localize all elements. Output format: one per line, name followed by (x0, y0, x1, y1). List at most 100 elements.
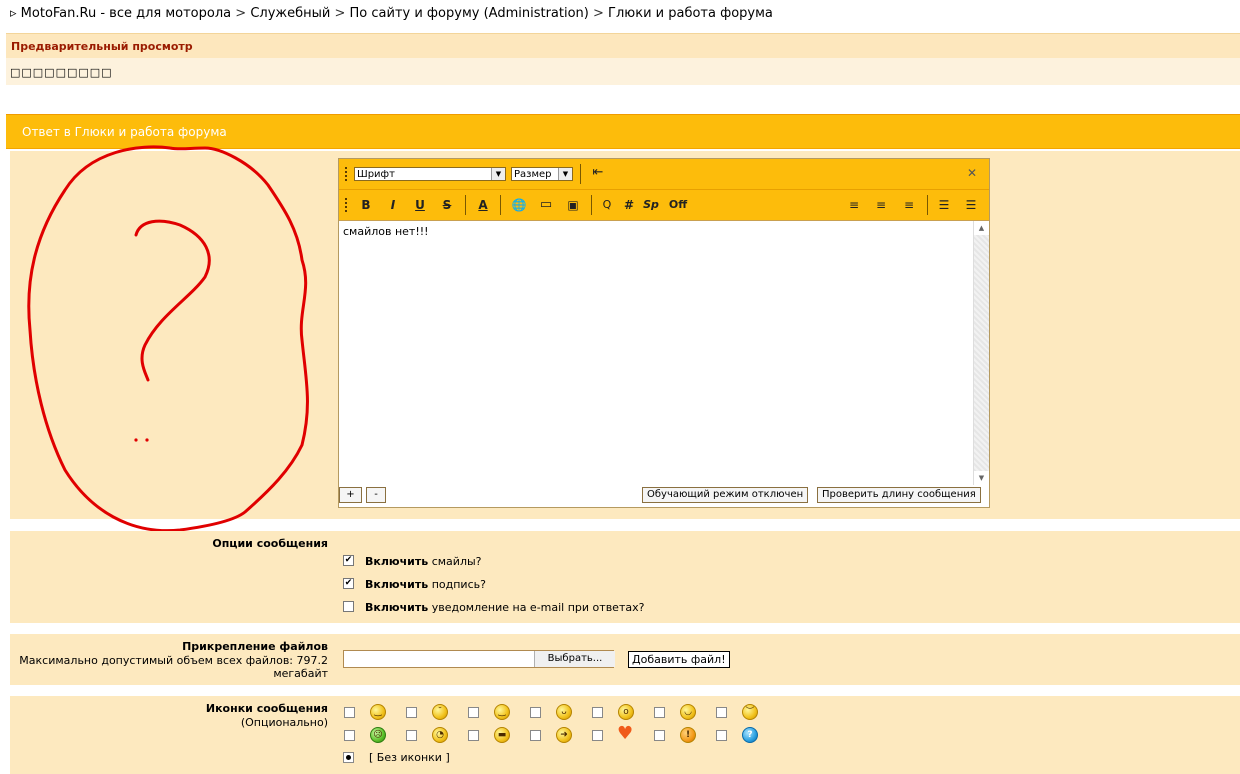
toolbar-grip-icon[interactable] (345, 198, 349, 212)
arrow-right-icon[interactable]: ➜ (556, 727, 572, 743)
editor-toolbar-top: Шрифт ▼ Размер ▼ ⇤ ✕ (339, 159, 989, 190)
breadcrumb-separator: > (235, 6, 247, 21)
sleepy-icon[interactable]: ‿ (494, 704, 510, 720)
no-icon-radio[interactable] (343, 752, 354, 763)
options-title: Опции сообщения (212, 537, 328, 550)
shrink-editor-button[interactable]: - (366, 487, 386, 503)
worried-icon[interactable]: ◔ (432, 727, 448, 743)
toolbar-divider (500, 195, 501, 215)
ordered-list-icon[interactable]: ☰ (935, 197, 953, 213)
post-icon-radio[interactable] (530, 730, 541, 741)
post-icon-radio[interactable] (592, 730, 603, 741)
training-mode-button[interactable]: Обучающий режим отключен (642, 487, 809, 503)
message-editor: Шрифт ▼ Размер ▼ ⇤ ✕ B I U S A 🌐 ▭ ▣ Q #… (338, 158, 990, 508)
post-icon-radio[interactable] (406, 730, 417, 741)
post-icon-radio[interactable] (654, 707, 665, 718)
post-icon-radio[interactable] (468, 707, 479, 718)
chevron-down-icon: ▼ (558, 168, 572, 180)
breadcrumb-separator: > (593, 6, 604, 21)
font-select-label: Шрифт (357, 169, 395, 180)
breadcrumb-item-motofan[interactable]: MotoFan.Ru - все для моторола (21, 6, 231, 21)
attachments-description-line2: мегабайт (273, 667, 328, 680)
radio-selected-dot (346, 755, 351, 760)
toolbar-grip-icon[interactable] (345, 167, 349, 181)
preview-title: Предварительный просмотр (11, 40, 193, 53)
shocked-icon[interactable]: o (618, 704, 634, 720)
strikethrough-button[interactable]: S (438, 197, 456, 213)
preview-content: □□□□□□□□□ (10, 66, 113, 79)
size-select-label: Размер (514, 169, 552, 180)
reply-title: Ответ в Глюки и работа форума (22, 125, 227, 139)
red-question-annotation (27, 145, 309, 533)
sunglasses-icon[interactable]: ▬ (494, 727, 510, 743)
code-hash-button[interactable]: # (620, 197, 638, 213)
angry-icon[interactable]: ︶ (742, 704, 758, 720)
image-icon[interactable]: ▣ (564, 197, 582, 213)
message-textarea[interactable]: смайлов нет!!! (339, 221, 974, 485)
scroll-down-icon[interactable]: ▼ (974, 471, 989, 485)
post-icon-radio[interactable] (592, 707, 603, 718)
align-left-icon[interactable]: ≡ (845, 197, 863, 213)
toolbar-divider (580, 164, 581, 184)
underline-button[interactable]: U (411, 197, 429, 213)
email-notify-checkbox[interactable] (343, 601, 354, 612)
breadcrumb-item-service[interactable]: Служебный (250, 6, 330, 21)
font-select[interactable]: Шрифт ▼ (354, 167, 506, 181)
post-icon-radio[interactable] (654, 730, 665, 741)
size-select[interactable]: Размер ▼ (511, 167, 573, 181)
breadcrumb-item-administration[interactable]: По сайту и форуму (Administration) (350, 6, 589, 21)
add-file-button[interactable]: Добавить файл! (628, 651, 730, 668)
file-input[interactable]: Выбрать... (343, 650, 615, 668)
enable-smilies-label: Включить смайлы? (365, 555, 482, 568)
attachments-title: Прикрепление файлов (182, 640, 328, 653)
remove-format-icon[interactable]: ⇤ (589, 165, 607, 181)
grin-icon[interactable]: ◡ (680, 704, 696, 720)
no-icon-label: [ Без иконки ] (369, 751, 450, 764)
attachments-description-line1: Максимально допустимый объем всех файлов… (19, 654, 328, 667)
wink-icon[interactable]: ˘ (432, 704, 448, 720)
quote-icon[interactable]: Q (598, 197, 616, 213)
post-icon-radio[interactable] (716, 707, 727, 718)
check-length-button[interactable]: Проверить длину сообщения (817, 487, 981, 503)
preview-header: Предварительный просмотр (6, 33, 1240, 59)
heart-icon[interactable]: ♥ (617, 724, 633, 744)
link-globe-icon[interactable]: 🌐 (510, 197, 528, 213)
editor-scrollbar[interactable]: ▲ ▼ (973, 221, 989, 485)
chevron-down-icon: ▼ (491, 168, 505, 180)
spoiler-button[interactable]: Sp (642, 197, 660, 213)
preview-body: □□□□□□□□□ (6, 58, 1240, 85)
post-icon-radio[interactable] (344, 707, 355, 718)
bold-button[interactable]: B (357, 197, 375, 213)
unordered-list-icon[interactable]: ☰ (962, 197, 980, 213)
smile-icon[interactable]: ‿ (370, 704, 386, 720)
text-color-button[interactable]: A (474, 197, 492, 213)
breadcrumb-item-current[interactable]: Глюки и работа форума (608, 6, 773, 21)
align-right-icon[interactable]: ≡ (900, 197, 918, 213)
post-icon-radio[interactable] (468, 730, 479, 741)
email-notify-label: Включить уведомление на e-mail при ответ… (365, 601, 645, 614)
post-icon-radio[interactable] (344, 730, 355, 741)
post-icon-radio[interactable] (406, 707, 417, 718)
expand-editor-button[interactable]: + (339, 487, 362, 503)
enable-signature-label: Включить подпись? (365, 578, 486, 591)
post-icon-radio[interactable] (716, 730, 727, 741)
tongue-icon[interactable]: ᴗ (556, 704, 572, 720)
close-icon[interactable]: ✕ (963, 165, 981, 181)
green-face-icon[interactable]: ☹ (370, 727, 386, 743)
offtopic-button[interactable]: Off (666, 197, 690, 213)
italic-button[interactable]: I (384, 197, 402, 213)
question-icon[interactable]: ? (742, 727, 758, 743)
enable-smilies-checkbox[interactable]: ✔ (343, 555, 354, 566)
browse-button[interactable]: Выбрать... (534, 651, 615, 667)
scroll-up-icon[interactable]: ▲ (974, 221, 989, 235)
enable-signature-checkbox[interactable]: ✔ (343, 578, 354, 589)
breadcrumb-bullet-icon: ▹ (10, 6, 17, 21)
post-icon-radio[interactable] (530, 707, 541, 718)
post-icons-subtitle: (Опционально) (240, 716, 328, 729)
align-center-icon[interactable]: ≡ (872, 197, 890, 213)
exclamation-icon[interactable]: ! (680, 727, 696, 743)
toolbar-divider (927, 195, 928, 215)
toolbar-divider (465, 195, 466, 215)
toolbar-divider (591, 195, 592, 215)
email-icon[interactable]: ▭ (537, 197, 555, 213)
